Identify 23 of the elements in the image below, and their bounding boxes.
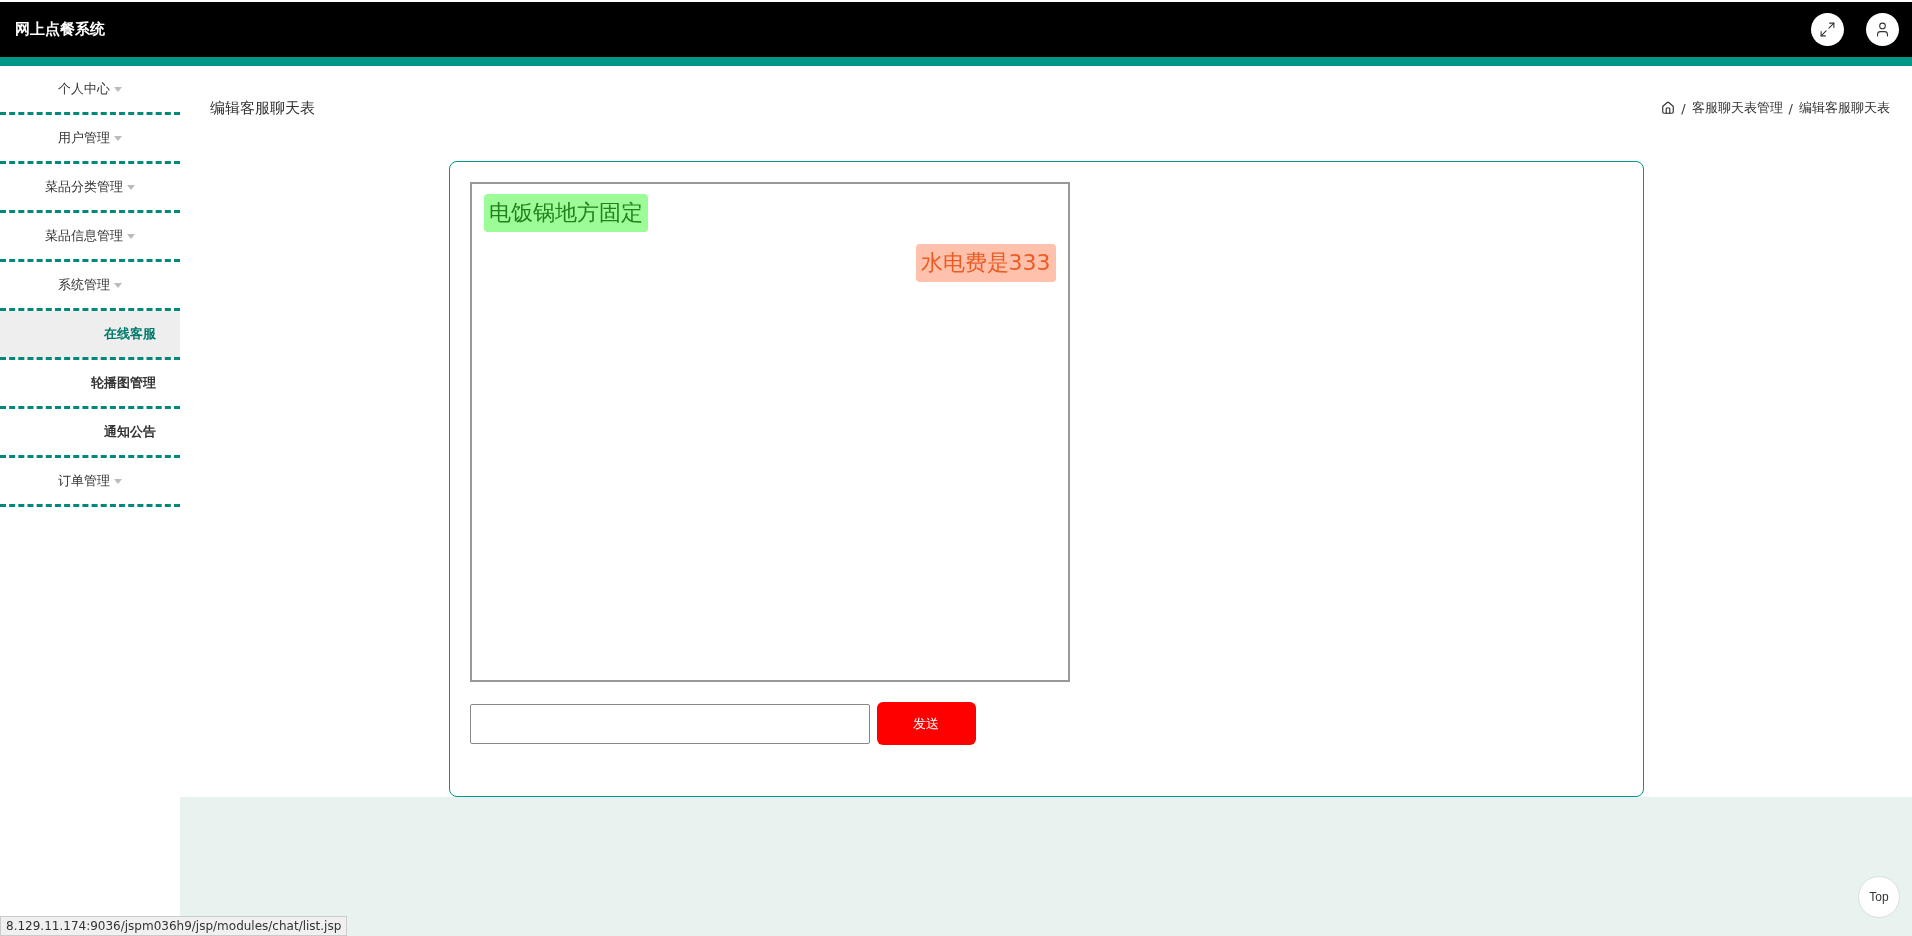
caret-icon <box>114 135 122 141</box>
breadcrumb-item[interactable]: 客服聊天表管理 <box>1691 99 1783 117</box>
page-title: 编辑客服聊天表 <box>210 98 315 118</box>
breadcrumb-item: 编辑客服聊天表 <box>1799 99 1890 117</box>
user-button[interactable] <box>1866 13 1899 46</box>
chat-message: 电饭锅地方固定 <box>483 194 648 232</box>
home-icon[interactable] <box>1661 101 1676 115</box>
chat-message: 水电费是333 <box>915 244 1056 282</box>
send-button[interactable]: 发送 <box>876 702 976 745</box>
sidebar-item[interactable]: 在线客服 <box>0 311 180 360</box>
user-icon <box>1874 21 1891 38</box>
caret-icon <box>127 184 135 190</box>
breadcrumb-separator: / <box>1681 100 1686 116</box>
caret-icon <box>114 282 122 288</box>
message-input[interactable] <box>469 703 870 744</box>
expand-icon <box>1819 21 1836 38</box>
breadcrumb-separator: / <box>1788 100 1793 116</box>
app-title: 网上点餐系统 <box>15 20 105 39</box>
caret-icon <box>114 86 122 92</box>
status-url: 8.129.11.174:9036/jspm036h9/jsp/modules/chat/list.jsp <box>0 916 348 936</box>
fullscreen-button[interactable] <box>1811 13 1844 46</box>
caret-icon <box>114 478 122 484</box>
caret-icon <box>127 233 135 239</box>
